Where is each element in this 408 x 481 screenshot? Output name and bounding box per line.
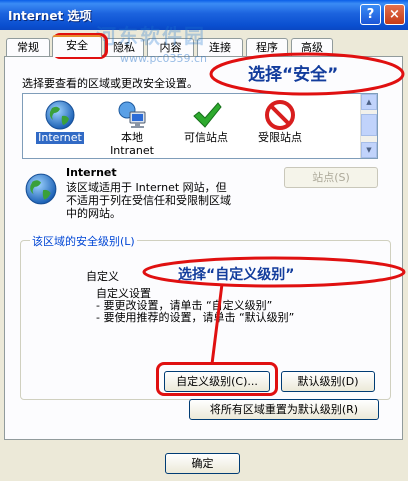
zone-internet[interactable]: Internet: [25, 94, 95, 158]
zone-list-scrollbar[interactable]: ▲ ▼: [360, 94, 377, 158]
tab-security[interactable]: 安全: [52, 35, 102, 57]
zone-info-desc-3: 中的网站。: [66, 207, 121, 220]
zone-local-label-1: 本地: [121, 131, 143, 144]
internet-options-dialog: Internet 选项 ? × 常规 安全 隐私 内容 连接 程序 高级 河东软…: [0, 0, 408, 481]
local-intranet-icon: [118, 101, 146, 128]
highlight-custom-level-button: [156, 362, 278, 396]
scroll-down-icon[interactable]: ▼: [361, 142, 377, 158]
watermark-text: 河东软件园: [96, 24, 206, 48]
zone-restricted-sites[interactable]: 受限站点: [245, 94, 315, 158]
close-button[interactable]: ×: [384, 4, 405, 25]
zone-internet-label: Internet: [36, 131, 84, 144]
zone-list[interactable]: Internet 本地 Intranet 可信站点 受限站点 ▲ ▼: [22, 93, 378, 159]
zone-info-title: Internet: [66, 166, 117, 179]
reset-all-zones-button[interactable]: 将所有区域重置为默认级别(R): [189, 399, 379, 420]
watermark-url: www.pc0359.cn: [120, 52, 208, 65]
zone-restricted-label: 受限站点: [258, 131, 302, 144]
tab-general[interactable]: 常规: [6, 38, 50, 56]
scroll-thumb[interactable]: [361, 114, 377, 136]
globe-icon: [25, 173, 57, 205]
security-level-name: 自定义: [86, 270, 119, 283]
trusted-check-icon: [193, 102, 222, 128]
globe-icon: [45, 100, 75, 130]
zone-local-intranet[interactable]: 本地 Intranet: [97, 94, 167, 158]
security-level-group-title: 该区域的安全级别(L): [30, 233, 137, 249]
help-button[interactable]: ?: [360, 4, 381, 25]
sites-button[interactable]: 站点(S): [284, 167, 378, 188]
restricted-no-icon: [265, 100, 295, 130]
window-title: Internet 选项: [8, 9, 92, 23]
zone-trusted-sites[interactable]: 可信站点: [171, 94, 241, 158]
zone-trusted-label: 可信站点: [184, 131, 228, 144]
zone-local-label-2: Intranet: [110, 144, 154, 157]
annotation-select-security: 选择“安全”: [248, 65, 339, 85]
ok-button[interactable]: 确定: [165, 453, 240, 474]
zone-instruction: 选择要查看的区域或更改安全设置。: [22, 77, 198, 90]
